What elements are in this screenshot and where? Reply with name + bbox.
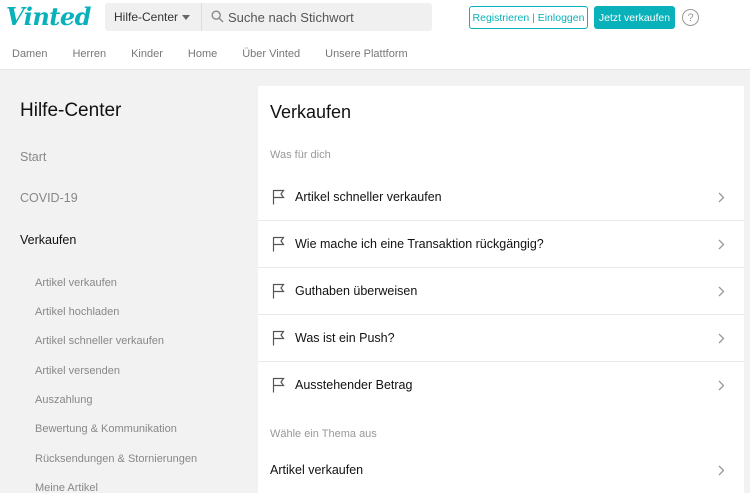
nav-home[interactable]: Home [188, 48, 217, 60]
search-bar: Hilfe-Center [105, 3, 432, 31]
search-input[interactable] [228, 3, 428, 31]
flag-icon [272, 236, 285, 252]
content-panel: Verkaufen Was für dich Artikel schneller… [258, 86, 744, 493]
top-bar: Vinted Hilfe-Center Registrieren | Einlo… [0, 0, 750, 38]
topic-item-label: Artikel verkaufen [270, 463, 364, 477]
sidebar-subitem-auszahlung[interactable]: Auszahlung [35, 394, 93, 406]
list-item-label: Guthaben überweisen [295, 284, 418, 298]
sidebar-subitem-meine-artikel[interactable]: Meine Artikel [35, 482, 98, 493]
nav-herren[interactable]: Herren [72, 48, 106, 60]
sidebar-title: Hilfe-Center [20, 100, 122, 121]
chevron-right-icon [718, 380, 725, 391]
category-nav: Damen Herren Kinder Home Über Vinted Uns… [0, 38, 750, 70]
list-item[interactable]: Ausstehender Betrag [258, 362, 744, 409]
topic-item[interactable]: Artikel verkaufen [258, 447, 744, 493]
sidebar-subitem-bewertung[interactable]: Bewertung & Kommunikation [35, 423, 177, 435]
list-item[interactable]: Artikel schneller verkaufen [258, 174, 744, 221]
section-label-for-you: Was für dich [270, 149, 331, 161]
sidebar-subitem-artikel-hochladen[interactable]: Artikel hochladen [35, 306, 119, 318]
vinted-logo[interactable]: Vinted [6, 2, 91, 31]
page-title: Verkaufen [270, 102, 352, 122]
nav-ueber-vinted[interactable]: Über Vinted [242, 48, 300, 60]
list-item-label: Ausstehender Betrag [295, 378, 413, 392]
search-category-label: Hilfe-Center [114, 10, 179, 24]
chevron-right-icon [718, 465, 725, 476]
nav-unsere-plattform[interactable]: Unsere Plattform [325, 48, 408, 60]
sidebar-item-start[interactable]: Start [20, 150, 46, 164]
list-item[interactable]: Was ist ein Push? [258, 315, 744, 362]
nav-damen[interactable]: Damen [12, 48, 47, 60]
flag-icon [272, 330, 285, 346]
register-login-button[interactable]: Registrieren | Einloggen [469, 6, 588, 29]
flag-icon [272, 283, 285, 299]
sidebar-subitem-artikel-versenden[interactable]: Artikel versenden [35, 365, 120, 377]
sell-now-button[interactable]: Jetzt verkaufen [594, 6, 675, 29]
list-item-label: Was ist ein Push? [295, 331, 395, 345]
help-icon[interactable]: ? [682, 9, 699, 26]
nav-kinder[interactable]: Kinder [131, 48, 163, 60]
chevron-right-icon [718, 239, 725, 250]
list-item-label: Artikel schneller verkaufen [295, 190, 442, 204]
sidebar-subitem-schneller-verkaufen[interactable]: Artikel schneller verkaufen [35, 335, 164, 347]
flag-icon [272, 189, 285, 205]
chevron-right-icon [718, 333, 725, 344]
list-item[interactable]: Wie mache ich eine Transaktion rückgängi… [258, 221, 744, 268]
caret-down-icon [182, 15, 190, 20]
sidebar-subitem-artikel-verkaufen[interactable]: Artikel verkaufen [35, 277, 117, 289]
sidebar-item-verkaufen[interactable]: Verkaufen [20, 233, 76, 247]
sidebar-subitem-ruecksendungen[interactable]: Rücksendungen & Stornierungen [35, 453, 197, 465]
list-item-label: Wie mache ich eine Transaktion rückgängi… [295, 237, 544, 251]
chevron-right-icon [718, 286, 725, 297]
flag-icon [272, 377, 285, 393]
search-category-dropdown[interactable]: Hilfe-Center [105, 3, 202, 31]
search-icon [211, 10, 224, 23]
section-label-topics: Wähle ein Thema aus [270, 428, 377, 440]
sidebar-item-covid[interactable]: COVID-19 [20, 191, 78, 205]
list-item[interactable]: Guthaben überweisen [258, 268, 744, 315]
chevron-right-icon [718, 192, 725, 203]
